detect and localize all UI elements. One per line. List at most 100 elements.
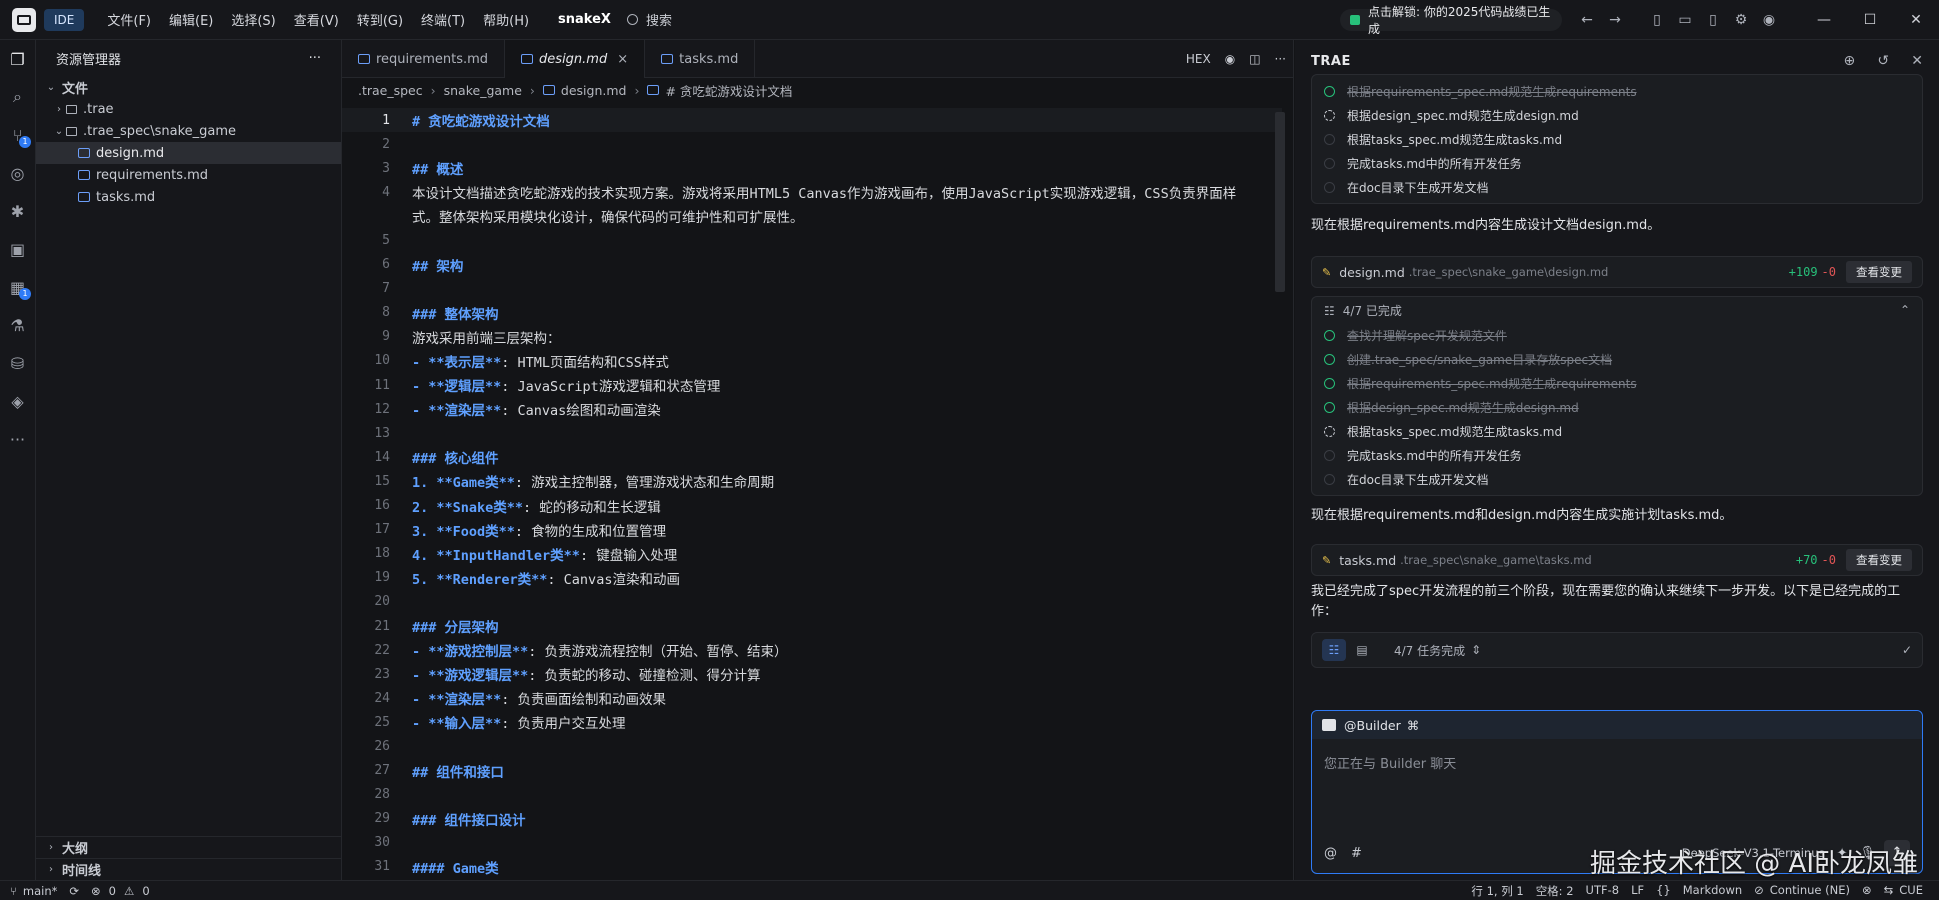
code-line[interactable]: 1 # 贪吃蛇游戏设计文档: [342, 108, 1282, 133]
collapse-icon[interactable]: ⌃: [1900, 303, 1910, 317]
extensions-icon[interactable]: ▦ 1: [0, 268, 35, 306]
code-line[interactable]: 28: [342, 783, 1282, 807]
sync-icon[interactable]: ⟳: [63, 884, 85, 898]
menu-item[interactable]: 终端(T): [412, 10, 474, 29]
code-line[interactable]: 6 ## 架构: [342, 253, 1282, 277]
code-line[interactable]: 23 - **游戏逻辑层**: 负责蛇的移动、碰撞检测、得分计算: [342, 662, 1282, 686]
forward-arrow-icon[interactable]: →: [1601, 12, 1629, 28]
toggle-panel-icon[interactable]: ▭: [1671, 12, 1699, 28]
ide-mode-button[interactable]: IDE: [44, 8, 85, 31]
code-line[interactable]: 15 1. **Game类**: 游戏主控制器，管理游戏状态和生命周期: [342, 469, 1282, 493]
toggle-sidebar-icon[interactable]: ▯: [1643, 12, 1671, 28]
code-line[interactable]: 11 - **逻辑层**: JavaScript游戏逻辑和状态管理: [342, 373, 1282, 397]
language-mode[interactable]: Markdown: [1677, 883, 1748, 899]
code-line[interactable]: 12 - **渲染层**: Canvas绘图和动画渲染: [342, 397, 1282, 421]
error-count[interactable]: 0: [107, 884, 118, 898]
code-line[interactable]: 30: [342, 831, 1282, 855]
timeline-section[interactable]: › 时间线: [36, 858, 341, 880]
source-control-icon[interactable]: ⑂ 1: [0, 116, 35, 154]
menu-item[interactable]: 编辑(E): [160, 10, 222, 29]
branch-name[interactable]: main*: [23, 884, 63, 898]
view-changes-button[interactable]: 查看变更: [1846, 261, 1912, 283]
task-progress-text[interactable]: 4/7 任务完成: [1394, 642, 1465, 659]
encoding[interactable]: UTF-8: [1580, 883, 1626, 899]
explorer-root[interactable]: ⌄ 文件: [36, 76, 341, 98]
line-ending[interactable]: LF: [1625, 883, 1650, 899]
maximize-icon[interactable]: ☐: [1847, 12, 1893, 28]
breadcrumb-item[interactable]: design.md: [561, 83, 627, 98]
tree-item-design[interactable]: design.md: [36, 142, 341, 164]
code-line[interactable]: 19 5. **Renderer类**: Canvas渲染和动画: [342, 566, 1282, 590]
new-chat-icon[interactable]: ⊕: [1844, 53, 1856, 69]
close-window-icon[interactable]: ✕: [1893, 12, 1939, 28]
preview-eye-icon[interactable]: ◉: [1218, 52, 1242, 66]
warning-count[interactable]: 0: [140, 884, 151, 898]
menu-item[interactable]: 文件(F): [98, 10, 160, 29]
toggle-secondary-sidebar-icon[interactable]: ▯: [1699, 12, 1727, 28]
hex-button[interactable]: HEX: [1179, 52, 1218, 66]
tree-item-requirements[interactable]: requirements.md: [36, 164, 341, 186]
testing-flask-icon[interactable]: ⚗: [0, 306, 35, 344]
file-change-card[interactable]: ✎ design.md .trae_spec\snake_game\design…: [1311, 256, 1923, 288]
more-actions-icon[interactable]: ···: [1268, 52, 1293, 66]
indentation[interactable]: 空格: 2: [1530, 883, 1580, 899]
code-line[interactable]: 2: [342, 132, 1282, 156]
menu-item[interactable]: 查看(V): [285, 10, 348, 29]
document-icon[interactable]: ▤: [1350, 639, 1374, 661]
builder-settings-icon[interactable]: ⌘: [1407, 718, 1420, 733]
tree-item-tasks[interactable]: tasks.md: [36, 186, 341, 208]
code-line[interactable]: 式。整体架构采用模块化设计，确保代码的可维护性和可扩展性。: [342, 204, 1282, 228]
code-line[interactable]: 9 游戏采用前端三层架构：: [342, 325, 1282, 349]
close-panel-icon[interactable]: ✕: [1911, 53, 1923, 69]
explorer-icon[interactable]: ❐: [0, 40, 35, 78]
code-line[interactable]: 26: [342, 734, 1282, 758]
breadcrumb-item[interactable]: # 贪吃蛇游戏设计文档: [665, 81, 792, 100]
code-line[interactable]: 25 - **输入层**: 负责用户交互处理: [342, 710, 1282, 734]
search-box[interactable]: 搜索: [626, 10, 672, 29]
breadcrumb-item[interactable]: .trae_spec: [358, 83, 423, 98]
explorer-more-icon[interactable]: ···: [309, 51, 321, 66]
more-icon[interactable]: ···: [0, 420, 35, 458]
tab-requirements[interactable]: requirements.md: [342, 40, 506, 78]
code-line[interactable]: 7: [342, 277, 1282, 301]
history-icon[interactable]: ↺: [1877, 53, 1889, 69]
editor-scrollbar[interactable]: [1275, 112, 1285, 292]
tree-item-trae[interactable]: › .trae: [36, 98, 341, 120]
code-editor[interactable]: 1 # 贪吃蛇游戏设计文档 2 3 ## 概述 4 本设计文档描述贪吃蛇游戏的技术实现方案。…: [342, 108, 1282, 879]
task-list-icon[interactable]: ☷: [1322, 639, 1346, 661]
code-line[interactable]: 5: [342, 228, 1282, 252]
chat-input-placeholder[interactable]: 您正在与 Builder 聊天: [1312, 739, 1922, 786]
search-panel-icon[interactable]: ⌕: [0, 78, 35, 116]
code-line[interactable]: 24 - **渲染层**: 负责画面绘制和动画效果: [342, 686, 1282, 710]
settings-gear-icon[interactable]: ⚙: [1727, 12, 1755, 28]
breadcrumb-item[interactable]: snake_game: [444, 83, 522, 98]
code-line[interactable]: 22 - **游戏控制层**: 负责游戏流程控制（开始、暂停、结束）: [342, 638, 1282, 662]
code-line[interactable]: 16 2. **Snake类**: 蛇的移动和生长逻辑: [342, 494, 1282, 518]
mention-at-icon[interactable]: @: [1324, 846, 1337, 861]
remote-icon[interactable]: ▣: [0, 230, 35, 268]
language-braces[interactable]: {}: [1650, 883, 1677, 899]
code-line[interactable]: 4 本设计文档描述贪吃蛇游戏的技术实现方案。游戏将采用HTML5 Canvas作为…: [342, 180, 1282, 204]
tree-item-trae-spec[interactable]: ⌄ .trae_spec\snake_game: [36, 120, 341, 142]
code-line[interactable]: 8 ### 整体架构: [342, 301, 1282, 325]
outline-section[interactable]: › 大纲: [36, 836, 341, 858]
tab-design[interactable]: design.md ×: [505, 40, 646, 78]
code-line[interactable]: 21 ### 分层架构: [342, 614, 1282, 638]
menu-item[interactable]: 转到(G): [348, 10, 412, 29]
code-line[interactable]: 27 ## 组件和接口: [342, 759, 1282, 783]
minimize-icon[interactable]: —: [1801, 12, 1847, 28]
cue-status[interactable]: CUE: [1899, 883, 1929, 899]
project-name[interactable]: snakeX: [546, 12, 623, 27]
eye-icon[interactable]: ◎: [0, 154, 35, 192]
account-icon[interactable]: ◉: [1755, 12, 1783, 28]
promo-banner[interactable]: 点击解锁: 你的2025代码战绩已生成: [1340, 5, 1562, 36]
code-line[interactable]: 29 ### 组件接口设计: [342, 807, 1282, 831]
code-line[interactable]: 10 - **表示层**: HTML页面结构和CSS样式: [342, 349, 1282, 373]
code-line[interactable]: 18 4. **InputHandler类**: 键盘输入处理: [342, 542, 1282, 566]
menu-item[interactable]: 选择(S): [222, 10, 284, 29]
code-line[interactable]: 20: [342, 590, 1282, 614]
layers-icon[interactable]: ◈: [0, 382, 35, 420]
file-change-card[interactable]: ✎ tasks.md .trae_spec\snake_game\tasks.m…: [1311, 544, 1923, 576]
cursor-position[interactable]: 行 1, 列 1: [1465, 883, 1529, 899]
code-line[interactable]: 3 ## 概述: [342, 156, 1282, 180]
